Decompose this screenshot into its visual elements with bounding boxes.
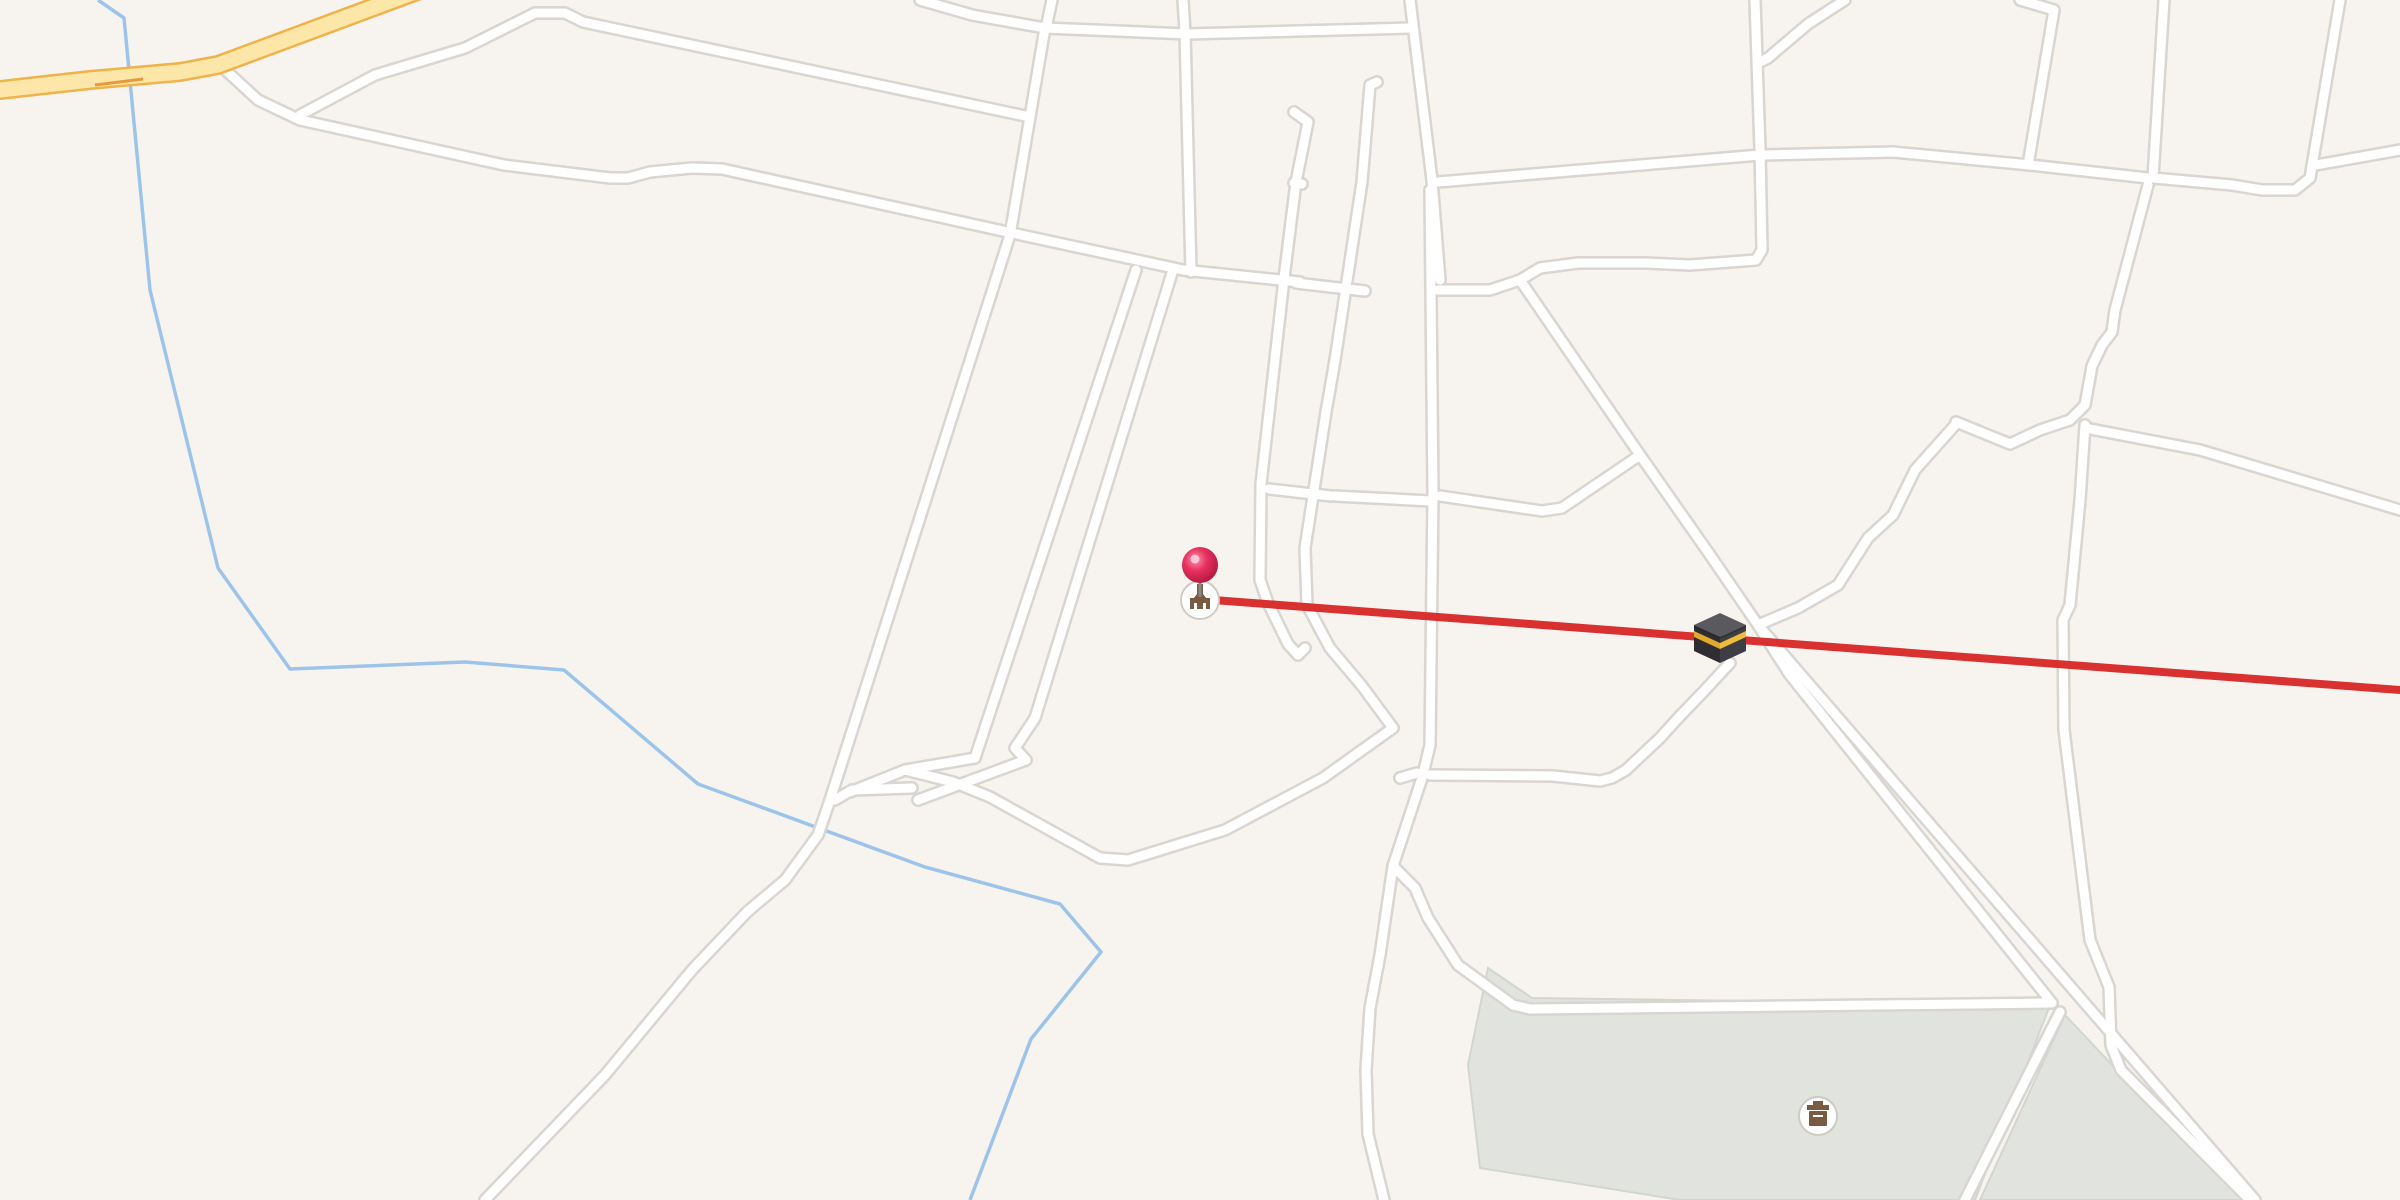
road-network xyxy=(213,0,2400,1200)
road xyxy=(215,60,1305,287)
road xyxy=(1330,77,1382,365)
road xyxy=(1753,180,2153,630)
road xyxy=(1293,643,1310,660)
road xyxy=(825,23,1050,805)
road xyxy=(1041,0,1057,33)
kaaba-icon[interactable] xyxy=(1694,613,1746,663)
road xyxy=(480,795,835,1200)
road xyxy=(1750,0,1765,155)
map-canvas[interactable] xyxy=(0,0,2400,1200)
road-casing xyxy=(1423,656,1737,788)
road xyxy=(1433,150,1765,187)
road xyxy=(915,0,1415,39)
road xyxy=(295,8,1035,122)
road xyxy=(1289,178,1307,189)
road xyxy=(2148,0,2345,195)
road xyxy=(1330,491,1436,506)
cemetery-icon[interactable] xyxy=(1798,1096,1838,1136)
highway xyxy=(0,0,422,100)
road xyxy=(970,265,1141,763)
road xyxy=(1425,658,1735,786)
road xyxy=(1755,0,1850,67)
road xyxy=(1395,768,1422,783)
